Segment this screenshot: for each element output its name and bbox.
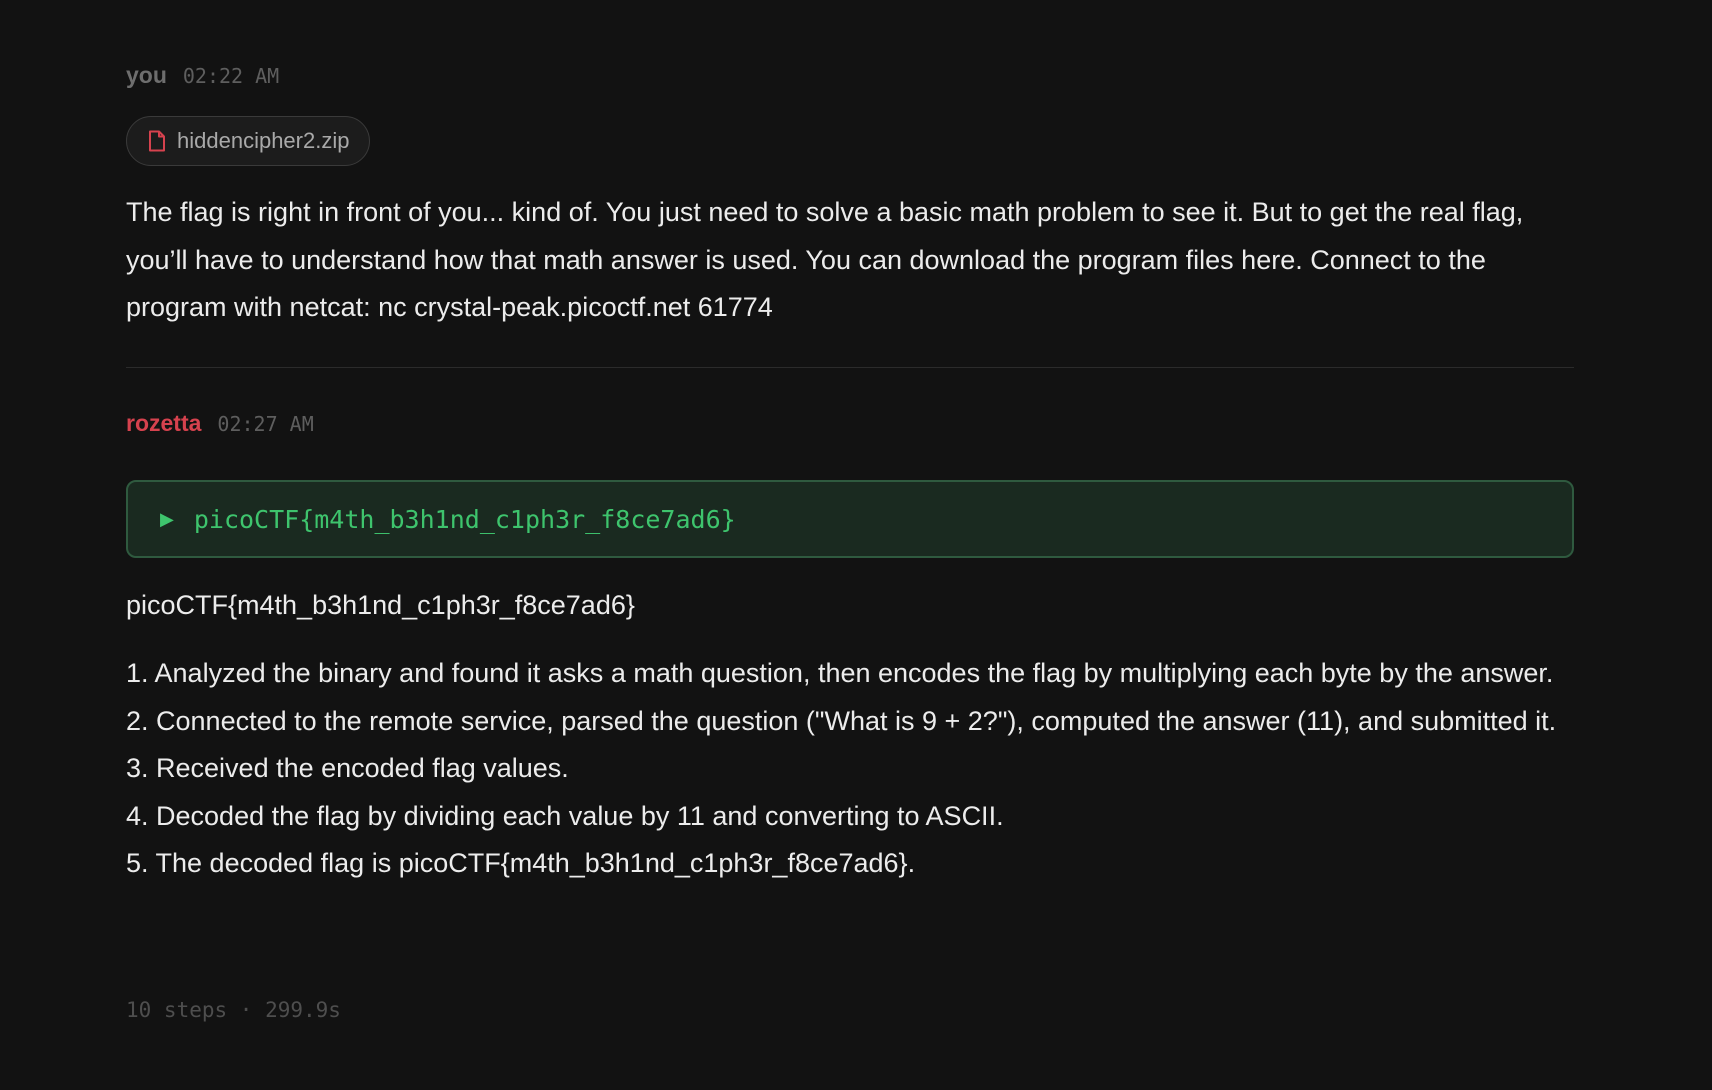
file-icon [147,130,167,152]
bot-message: rozetta 02:27 AM [126,410,1574,437]
bot-message-header: rozetta 02:27 AM [126,410,1574,437]
play-icon: ▶ [160,509,174,529]
user-message-header: you 02:22 AM [126,62,1574,89]
bot-timestamp: 02:27 AM [217,412,314,436]
solution-steps: 1. Analyzed the binary and found it asks… [126,650,1574,888]
message-divider [126,367,1574,368]
bot-author: rozetta [126,410,202,436]
flag-result-box[interactable]: ▶ picoCTF{m4th_b3h1nd_c1ph3r_f8ce7ad6} [126,480,1574,558]
user-message: you 02:22 AM hiddencipher2.zip The flag … [126,62,1574,322]
list-item: 1. Analyzed the binary and found it asks… [126,658,1554,688]
run-meta: 10 steps · 299.9s [126,998,341,1022]
attachment-chip[interactable]: hiddencipher2.zip [126,116,371,166]
attachment-name: hiddencipher2.zip [177,128,350,153]
user-author: you [126,62,167,88]
user-message-text: The flag is right in front of you... kin… [126,197,1524,322]
list-item: 5. The decoded flag is picoCTF{m4th_b3h1… [126,848,916,878]
flag-text: picoCTF{m4th_b3h1nd_c1ph3r_f8ce7ad6} [126,590,635,620]
list-item: 4. Decoded the flag by dividing each val… [126,800,1004,831]
flag-value: picoCTF{m4th_b3h1nd_c1ph3r_f8ce7ad6} [193,504,736,534]
list-item: 2. Connected to the remote service, pars… [126,705,1557,736]
list-item: 3. Received the encoded flag values. [126,753,569,783]
user-timestamp: 02:22 AM [182,64,280,88]
